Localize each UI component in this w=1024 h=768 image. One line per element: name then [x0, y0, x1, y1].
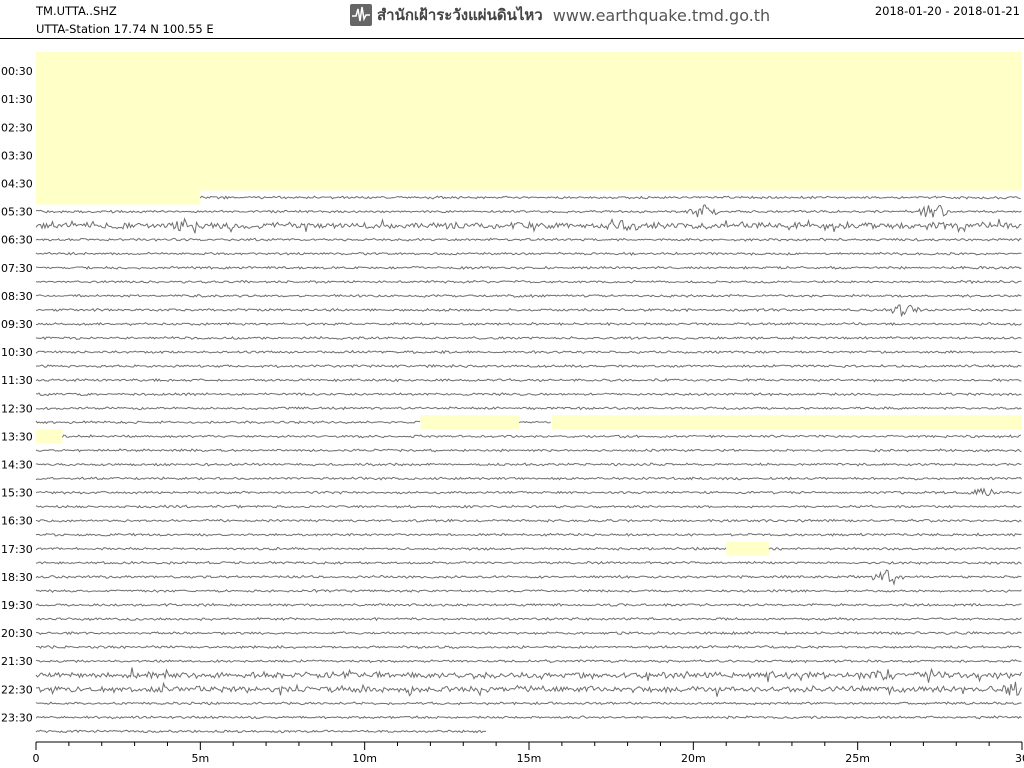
seismogram-trace: [35, 518, 1022, 523]
seismogram-trace: [35, 377, 1022, 383]
seismogram-trace: [35, 279, 1022, 285]
seismogram-trace: [35, 304, 1022, 317]
seismogram-trace: [35, 462, 1022, 467]
row-hour-label: 18:30: [1, 571, 33, 584]
no-data-region: [36, 52, 1022, 191]
seismograph-logo-icon: [350, 4, 372, 26]
seismogram-trace: [35, 335, 1022, 341]
row-hour-label: 01:30: [1, 93, 33, 106]
no-data-gap: [726, 541, 769, 556]
station-code: TM.UTTA..SHZ: [36, 4, 117, 18]
seismogram-trace: [35, 681, 1022, 697]
row-hour-label: 17:30: [1, 543, 33, 556]
no-data-gap: [36, 429, 63, 444]
seismogram-trace: [35, 293, 1022, 298]
seismogram-trace: [35, 476, 1022, 481]
seismogram-trace: [35, 715, 1022, 720]
row-hour-label: 23:30: [1, 711, 33, 724]
header-divider: [0, 38, 1024, 39]
seismogram-trace: [35, 204, 1022, 218]
no-data-gap: [552, 415, 1022, 430]
row-hour-label: 00:30: [1, 65, 33, 78]
seismogram-trace: [35, 217, 1022, 234]
organization-name: สำนักเฝ้าระวังแผ่นดินไหว: [377, 6, 543, 24]
seismogram-trace: [36, 406, 1022, 411]
seismogram-trace: [768, 546, 1022, 551]
row-hour-label: 02:30: [1, 121, 33, 134]
row-hour-label: 15:30: [1, 487, 33, 500]
row-hour-label: 05:30: [1, 206, 33, 219]
no-data-region: [36, 190, 201, 205]
x-axis-tick-label: 30: [1015, 752, 1024, 765]
seismogram-trace: [35, 363, 1022, 369]
x-axis-tick-label: 20m: [681, 752, 706, 765]
seismogram-trace: [35, 504, 1022, 509]
row-hour-label: 10:30: [1, 346, 33, 359]
station-info-block: TM.UTTA..SHZ UTTA-Station 17.74 N 100.55…: [36, 2, 214, 38]
seismogram-trace: [35, 560, 1022, 566]
seismogram-trace: [35, 616, 1022, 622]
station-coordinates: UTTA-Station 17.74 N 100.55 E: [36, 22, 214, 36]
x-axis-tick-label: 10m: [352, 752, 377, 765]
row-hour-label: 08:30: [1, 290, 33, 303]
seismogram-trace: [35, 659, 1022, 664]
row-hour-label: 16:30: [1, 515, 33, 528]
seismogram-trace: [35, 729, 487, 734]
no-data-gap: [420, 415, 520, 430]
seismogram-trace: [35, 392, 1022, 397]
website-url: www.earthquake.tmd.go.th: [552, 5, 771, 25]
row-hour-label: 19:30: [1, 599, 33, 612]
seismogram-trace: [35, 569, 1022, 587]
seismogram-trace: [35, 630, 1022, 636]
seismogram-trace: [61, 434, 1021, 439]
seismogram-trace: [35, 588, 1022, 594]
seismogram-trace: [35, 251, 1022, 257]
seismogram-trace: [35, 602, 1022, 608]
row-hour-label: 06:30: [1, 234, 33, 247]
seismogram-trace: [35, 667, 1022, 683]
row-hour-label: 14:30: [1, 458, 33, 471]
row-hour-label: 20:30: [1, 627, 33, 640]
seismogram-trace: [35, 265, 1022, 270]
row-hour-label: 13:30: [1, 430, 33, 443]
row-hour-label: 04:30: [1, 177, 33, 190]
seismogram-trace: [35, 701, 1022, 706]
x-axis-tick-label: 15m: [517, 752, 542, 765]
organization-header: สำนักเฝ้าระวังแผ่นดินไหว www.earthquake.…: [350, 2, 770, 28]
row-hour-label: 22:30: [1, 683, 33, 696]
row-hour-label: 09:30: [1, 318, 33, 331]
x-axis-tick-label: 5m: [191, 752, 209, 765]
seismogram-trace: [35, 237, 1022, 242]
seismogram-trace: [35, 644, 1022, 650]
seismogram-trace: [35, 546, 727, 551]
helicorder-plot: 00:30 01:30 02:30 03:30 04:30 05:30 06:30 07:30…: [1, 52, 1024, 765]
x-axis-tick-label: 0: [33, 752, 40, 765]
seismogram-trace: [35, 349, 1022, 355]
seismogram-trace: [35, 321, 1022, 327]
row-hour-label: 03:30: [1, 149, 33, 162]
date-range: 2018-01-20 - 2018-01-21: [874, 4, 1020, 18]
seismogram-trace: [518, 420, 551, 424]
seismogram-trace: [35, 420, 421, 425]
row-hour-label: 11:30: [1, 374, 33, 387]
seismogram-trace: [35, 448, 1022, 453]
seismogram-trace: [35, 532, 1022, 537]
seismogram-trace: [199, 195, 1021, 200]
row-hour-label: 21:30: [1, 655, 33, 668]
row-hour-label: 07:30: [1, 262, 33, 275]
x-axis-tick-label: 25m: [845, 752, 870, 765]
seismogram-trace: [35, 487, 1022, 497]
row-hour-label: 12:30: [1, 402, 33, 415]
